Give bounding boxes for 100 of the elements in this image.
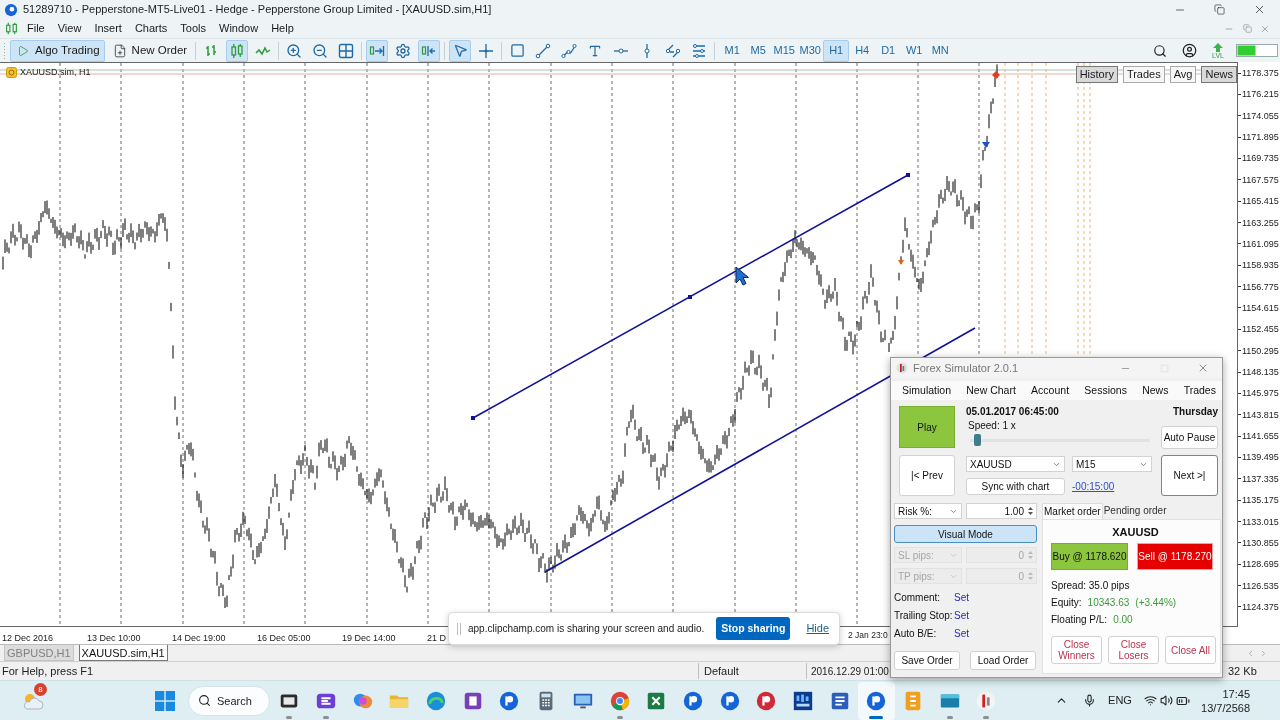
setting-label: Trailing Stop: — [894, 608, 954, 623]
risk-select[interactable]: Risk %: — [894, 503, 962, 519]
new-order-button[interactable]: New Order — [108, 39, 192, 62]
up-arrow-icon — [1213, 42, 1223, 52]
timeframe-button[interactable]: M5 — [745, 39, 772, 62]
save-order-button[interactable]: Save Order — [894, 651, 960, 670]
time-label: 13 Dec 10:00 — [87, 632, 141, 643]
set-link[interactable]: Set — [954, 589, 969, 605]
sync-chart-button[interactable]: Sync with chart — [966, 478, 1065, 495]
timeframe-button[interactable]: M30 — [797, 39, 824, 62]
auto-pause-button[interactable]: Auto Pause — [1161, 426, 1218, 449]
zoom-out-icon — [312, 42, 329, 59]
simulator-menu-item[interactable]: New Chart — [966, 382, 1016, 399]
menu-item[interactable]: View — [53, 19, 86, 38]
round-logo-icon — [498, 689, 521, 712]
risk-spinbox[interactable]: 1.00 — [966, 503, 1037, 519]
price-label: 1161.095 — [1242, 237, 1279, 250]
timeframe-button[interactable]: M1 — [719, 39, 746, 62]
clock-button[interactable]: 17:45 13/7/2568 — [1200, 686, 1250, 715]
load-order-button[interactable]: Load Order — [970, 651, 1036, 670]
menu-item[interactable]: Window — [215, 19, 263, 38]
cursor-button[interactable] — [449, 39, 472, 62]
simulator-menu-item[interactable]: Sessions — [1084, 382, 1127, 399]
timeframe-button[interactable]: W1 — [901, 39, 928, 62]
chart-tab[interactable]: XAUUSD.sim,H1 — [78, 645, 168, 661]
menu-item[interactable]: Charts — [130, 19, 172, 38]
language-button[interactable]: ENG — [1104, 685, 1136, 716]
close-positions-button[interactable]: Close Losers — [1108, 636, 1159, 664]
hide-link[interactable]: Hide — [806, 620, 829, 637]
symbol-select[interactable]: XAUUSD — [966, 456, 1065, 472]
algo-trading-button[interactable]: Algo Trading — [10, 39, 105, 62]
chart-panel-button[interactable]: History — [1075, 66, 1118, 83]
timeframe-button[interactable]: H4 — [849, 39, 876, 62]
slider-thumb[interactable] — [973, 434, 981, 446]
chart-panel-button[interactable]: Avg — [1169, 66, 1197, 83]
time-label: 21 D — [427, 632, 446, 643]
close-positions-button[interactable]: Close All — [1165, 636, 1216, 664]
set-link[interactable]: Set — [954, 607, 969, 623]
buy-button[interactable]: Buy @ 1178.620 — [1051, 543, 1128, 570]
next-button[interactable]: Next >| — [1161, 455, 1218, 496]
simulator-menu-item[interactable]: Trades — [1183, 382, 1216, 399]
spin-arrows-icon — [1027, 505, 1034, 517]
prev-button[interactable]: |< Prev — [899, 455, 955, 496]
speed-slider[interactable] — [970, 434, 1150, 446]
simulator-menu-item[interactable]: News — [1142, 382, 1169, 399]
price-label: 1141.655 — [1242, 430, 1279, 443]
weather-button[interactable]: 8 — [15, 682, 51, 719]
equity-value: 10343.63 — [1087, 596, 1130, 609]
menu-item[interactable]: Insert — [90, 19, 126, 38]
restore-icon — [1242, 24, 1252, 33]
chart-panel-button[interactable]: Trades — [1122, 66, 1165, 83]
visual-mode-button[interactable]: Visual Mode — [894, 525, 1037, 543]
floating-pl-label: Floating P/L: — [1051, 613, 1108, 626]
auto-scroll-button[interactable] — [366, 39, 389, 62]
time-label: 16 Dec 05:00 — [257, 632, 311, 643]
timeframe-select[interactable]: M15 — [1072, 456, 1152, 472]
sim-datetime: 05.01.2017 06:45:00 — [966, 406, 1060, 418]
grip-icon — [3, 41, 6, 60]
share-message: app.clipchamp.com is sharing your screen and audio. — [468, 622, 705, 636]
microphone-icon — [1082, 694, 1096, 707]
close-positions-button[interactable]: Close Winners — [1051, 636, 1102, 664]
candlestick-button[interactable] — [226, 39, 249, 62]
notification-badge: 8 — [34, 682, 47, 696]
spin-arrows-icon — [1027, 549, 1034, 561]
price-label: 1137.335 — [1242, 472, 1279, 485]
chart-shift-button[interactable] — [418, 39, 441, 62]
timeframe-button[interactable]: H1 — [823, 39, 850, 62]
chart-panel-button[interactable]: News — [1201, 66, 1237, 83]
menu-item[interactable]: File — [23, 19, 49, 38]
price-label: 1145.975 — [1242, 387, 1279, 400]
menu-item[interactable]: Help — [267, 19, 298, 38]
play-button[interactable]: Play — [899, 406, 955, 448]
status-time: 2016.12.29 01:00 — [811, 665, 889, 677]
cursor-icon — [452, 43, 468, 58]
linked-points-icon — [665, 42, 682, 59]
simulator-menu-item[interactable]: Simulation — [902, 382, 952, 399]
step-link[interactable]: -00:15:00 — [1072, 479, 1115, 494]
price-label: 1133.015 — [1242, 515, 1279, 528]
stop-sharing-button[interactable]: Stop sharing — [716, 617, 791, 640]
settings-icon — [395, 42, 412, 59]
timeframe-button[interactable]: D1 — [875, 39, 902, 62]
simulator-menu-item[interactable]: Account — [1031, 382, 1070, 399]
rectangle-icon — [509, 43, 525, 58]
sell-button[interactable]: Sell @ 1178.270 — [1137, 543, 1213, 570]
speed-label: Speed: 1 x — [968, 420, 1017, 432]
close-icon — [1197, 362, 1209, 374]
order-tab[interactable]: Market order — [1042, 503, 1103, 519]
price-label: 1150.295 — [1242, 344, 1279, 357]
search-field[interactable]: Search — [188, 685, 270, 716]
arrow-marker-icon — [898, 260, 904, 265]
price-label: 1148.135 — [1242, 366, 1279, 379]
order-tab[interactable]: Pending order — [1102, 503, 1168, 519]
menu-item[interactable]: Tools — [176, 19, 210, 38]
coin-icon — [6, 67, 17, 78]
equity-change: (+3.44%) — [1135, 596, 1177, 609]
taskbar-app-button[interactable] — [858, 681, 895, 720]
trend-line-icon — [535, 42, 552, 59]
timeframe-button[interactable]: MN — [927, 39, 954, 62]
timeframe-button[interactable]: M15 — [771, 39, 798, 62]
set-link[interactable]: Set — [954, 625, 969, 641]
